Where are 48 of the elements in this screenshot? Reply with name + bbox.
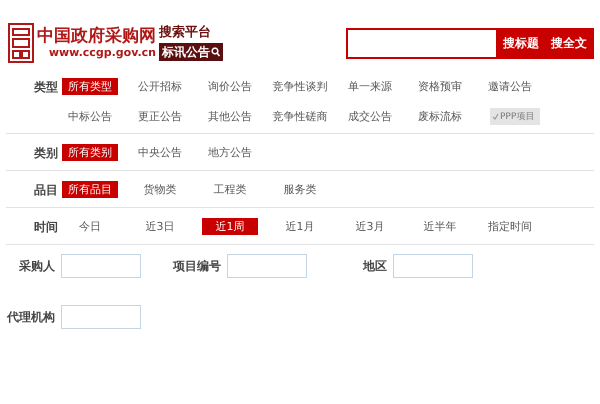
- filter-option[interactable]: 近半年: [412, 218, 468, 235]
- filter-option[interactable]: 货物类: [132, 181, 188, 198]
- filter-option[interactable]: 竞争性磋商: [272, 108, 328, 125]
- site-url: www.ccgp.gov.cn: [48, 46, 156, 60]
- filter-option[interactable]: 中标公告: [62, 108, 118, 125]
- filter-option[interactable]: 近1月: [272, 218, 328, 235]
- filter-option[interactable]: 所有类别: [62, 144, 118, 161]
- check-icon: [492, 113, 499, 120]
- field-label: 采购人: [18, 258, 55, 274]
- field-label: 代理机构: [6, 308, 55, 326]
- filter-option[interactable]: 今日: [62, 218, 118, 235]
- filter-label: 时间: [33, 219, 59, 236]
- filter-option[interactable]: 工程类: [202, 181, 258, 198]
- filter-option[interactable]: 所有类型: [62, 78, 118, 95]
- filter-option[interactable]: 废标流标: [412, 108, 468, 125]
- field-label: 地区: [362, 258, 387, 274]
- filter-option[interactable]: 所有品目: [62, 181, 118, 198]
- filter-option[interactable]: 竞争性谈判: [272, 78, 328, 95]
- filter-option[interactable]: 更正公告: [132, 108, 188, 125]
- filter-option[interactable]: 近3月: [342, 218, 398, 235]
- platform-title: 搜索平台: [159, 25, 212, 41]
- filter-option[interactable]: 单一来源: [342, 78, 398, 95]
- site-name: 中国政府采购网: [37, 26, 156, 46]
- input-field[interactable]: [227, 254, 307, 278]
- filter-option[interactable]: 邀请公告: [482, 78, 538, 95]
- filter-option[interactable]: 询价公告: [202, 78, 258, 95]
- filter-option[interactable]: 近1周: [202, 218, 258, 235]
- input-field[interactable]: [393, 254, 473, 278]
- seal-icon: [8, 23, 34, 63]
- filter-option[interactable]: 公开招标: [132, 78, 188, 95]
- input-field[interactable]: [61, 305, 141, 329]
- search-field[interactable]: [348, 30, 496, 56]
- filter-option[interactable]: 指定时间: [482, 218, 538, 235]
- input-field[interactable]: [61, 254, 141, 278]
- filter-label: 类别: [33, 145, 59, 162]
- filter-option[interactable]: 其他公告: [202, 108, 258, 125]
- filter-option[interactable]: 服务类: [272, 181, 328, 198]
- filter-option[interactable]: 中央公告: [132, 144, 188, 161]
- filter-option[interactable]: 资格预审: [412, 78, 468, 95]
- ppp-checkbox[interactable]: PPP项目: [490, 108, 540, 125]
- field-label: 项目编号: [172, 258, 221, 274]
- filter-option[interactable]: 地方公告: [202, 144, 258, 161]
- search-icon: [211, 47, 220, 57]
- filter-label: 类型: [33, 79, 59, 96]
- filter-option[interactable]: 成交公告: [342, 108, 398, 125]
- subtitle-badge: 标讯公告: [159, 43, 223, 61]
- filter-label: 品目: [33, 182, 59, 199]
- filter-option[interactable]: 近3日: [132, 218, 188, 235]
